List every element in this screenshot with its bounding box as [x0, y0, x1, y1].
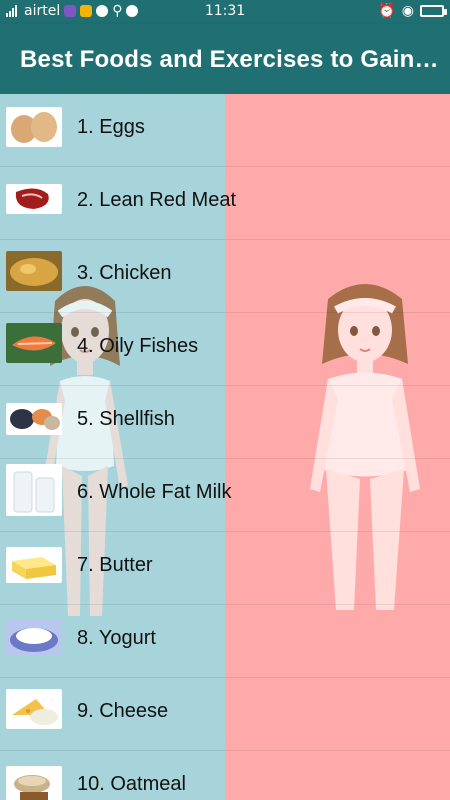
food-label: 1. Eggs [77, 116, 145, 138]
yogurt-icon [6, 620, 62, 656]
food-item-oily-fishes[interactable]: 4. Oily Fishes [0, 313, 450, 386]
oatmeal-icon [6, 766, 62, 800]
food-item-chicken[interactable]: 3. Chicken [0, 240, 450, 313]
food-label: 2. Lean Red Meat [77, 189, 236, 211]
app-bar: Best Foods and Exercises to Gain… [0, 24, 450, 94]
food-item-shellfish[interactable]: 5. Shellfish [0, 386, 450, 459]
shellfish-icon [6, 403, 62, 435]
food-item-eggs[interactable]: 1. Eggs [0, 94, 450, 167]
food-item-yogurt[interactable]: 8. Yogurt [0, 605, 450, 678]
cheese-icon [6, 689, 62, 729]
food-label: 6. Whole Fat Milk [77, 481, 232, 503]
food-label: 4. Oily Fishes [77, 335, 199, 357]
red-meat-icon [6, 184, 62, 214]
battery-icon [420, 5, 447, 17]
page-title: Best Foods and Exercises to Gain… [20, 46, 439, 73]
food-label: 8. Yogurt [77, 627, 156, 649]
chicken-icon [6, 251, 62, 291]
food-label: 9. Cheese [77, 700, 169, 722]
food-label: 5. Shellfish [77, 408, 175, 430]
food-label: 10. Oatmeal [77, 773, 186, 795]
fish-icon [6, 323, 62, 363]
food-item-cheese[interactable]: 9. Cheese [0, 678, 450, 751]
food-item-oatmeal[interactable]: 10. Oatmeal [0, 751, 450, 800]
butter-icon [6, 547, 62, 583]
food-list: 1. Eggs 2. Lean Red Meat 3. Chicken 4. O… [0, 94, 450, 800]
status-right: ⏰ ◉ [378, 3, 447, 19]
alarm-icon: ⏰ [378, 3, 396, 19]
content-area: 1. Eggs 2. Lean Red Meat 3. Chicken 4. O… [0, 94, 450, 800]
food-item-lean-red-meat[interactable]: 2. Lean Red Meat [0, 167, 450, 240]
food-label: 7. Butter [77, 554, 153, 576]
eye-icon: ◉ [401, 3, 414, 19]
food-item-whole-fat-milk[interactable]: 6. Whole Fat Milk [0, 459, 450, 532]
food-item-butter[interactable]: 7. Butter [0, 532, 450, 605]
status-bar: airtel ⚲ 11:31 ⏰ ◉ [0, 0, 450, 24]
food-label: 3. Chicken [77, 262, 172, 284]
eggs-icon [6, 107, 62, 147]
milk-icon [6, 464, 62, 516]
